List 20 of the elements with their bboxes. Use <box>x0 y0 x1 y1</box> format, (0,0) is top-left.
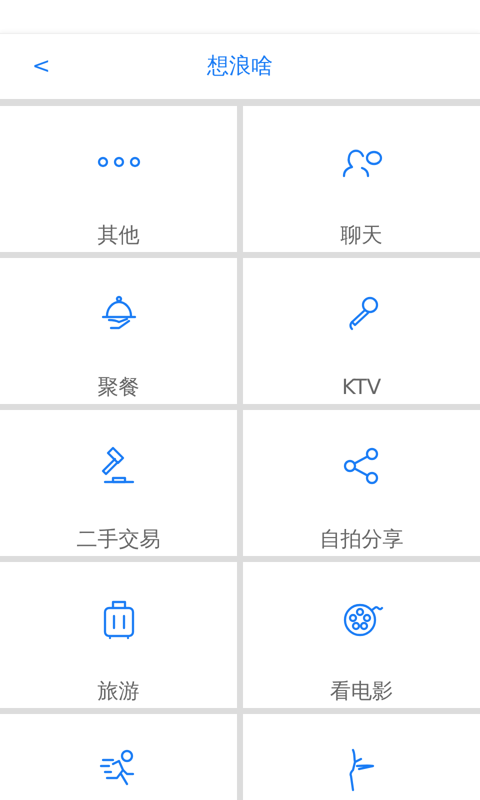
category-tile[interactable]: 聊天 <box>243 106 480 252</box>
category-tile[interactable]: 看电影 <box>243 562 480 708</box>
category-tile[interactable]: KTV <box>243 258 480 404</box>
category-tile[interactable]: 二手交易 <box>0 410 237 556</box>
category-label: KTV <box>342 374 382 401</box>
category-label: 其他 <box>98 222 140 249</box>
category-tile[interactable]: 其他 <box>0 106 237 252</box>
category-label: 自拍分享 <box>320 526 404 553</box>
back-button[interactable]: < <box>28 56 54 78</box>
category-label: 看电影 <box>330 678 393 705</box>
dancer-icon <box>348 748 374 792</box>
more-icon <box>96 156 140 168</box>
category-tile[interactable]: 旅游 <box>0 562 237 708</box>
category-label: 旅游 <box>98 678 140 705</box>
category-label: 聚餐 <box>98 374 140 401</box>
category-label: 聊天 <box>340 222 382 249</box>
category-label: 二手交易 <box>76 526 160 553</box>
category-tile[interactable]: 自拍分享 <box>243 410 480 556</box>
category-tile[interactable]: 聚餐 <box>0 258 237 404</box>
page-title: 想浪啥 <box>207 53 273 81</box>
